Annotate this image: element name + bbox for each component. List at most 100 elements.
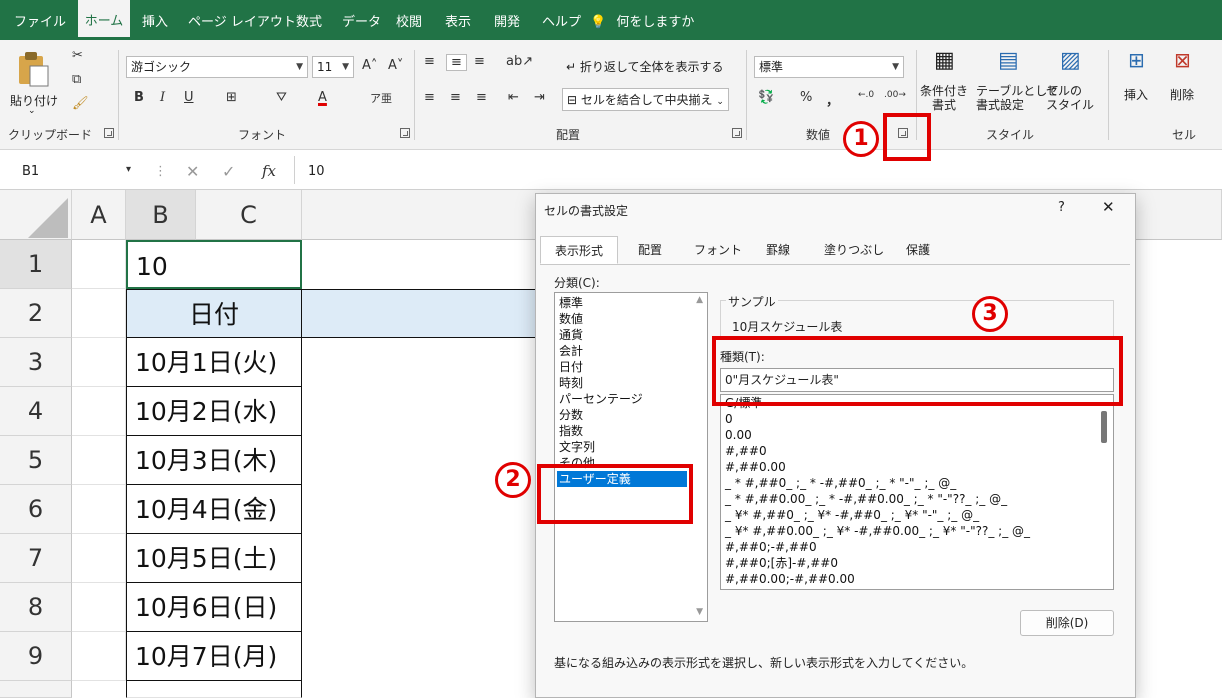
column-header-b[interactable]: B bbox=[126, 190, 196, 240]
decrease-font-icon[interactable]: A˅ bbox=[388, 58, 403, 73]
category-item[interactable]: 通貨 bbox=[559, 327, 583, 343]
category-item[interactable]: 分数 bbox=[559, 407, 583, 423]
tab-developer[interactable]: 開発 bbox=[494, 0, 520, 40]
borders-icon[interactable]: ⊞ bbox=[226, 90, 237, 105]
clipboard-dialog-launcher[interactable] bbox=[104, 128, 114, 138]
decrease-indent-icon[interactable]: ⇤ bbox=[508, 90, 519, 105]
row-header[interactable]: 9 bbox=[0, 632, 72, 681]
cell-a5[interactable] bbox=[72, 436, 126, 485]
copy-icon[interactable]: ⧉ bbox=[72, 72, 81, 87]
merge-center-button[interactable]: ⊟ セルを結合して中央揃え ⌄ bbox=[562, 88, 729, 111]
font-dialog-launcher[interactable] bbox=[400, 128, 410, 138]
cancel-icon[interactable]: ✕ bbox=[186, 162, 199, 181]
comma-button[interactable]: ， bbox=[826, 90, 839, 109]
format-code-item[interactable]: #,##0.00;-#,##0.00 bbox=[725, 571, 855, 587]
cell-c2-header[interactable] bbox=[302, 289, 536, 338]
align-center-icon[interactable]: ≡ bbox=[450, 90, 461, 105]
align-right-icon[interactable]: ≡ bbox=[476, 90, 487, 105]
category-item[interactable]: 数値 bbox=[559, 311, 583, 327]
cell-a3[interactable] bbox=[72, 338, 126, 387]
category-item[interactable]: 文字列 bbox=[559, 439, 595, 455]
format-painter-icon[interactable]: 🖌 bbox=[72, 96, 89, 111]
phonetic-icon[interactable]: ア亜 bbox=[370, 90, 392, 106]
tell-me-search[interactable]: 💡 何をしますか bbox=[590, 0, 694, 40]
cut-icon[interactable]: ✂ bbox=[72, 48, 83, 63]
scrollbar-thumb[interactable] bbox=[1101, 411, 1107, 443]
currency-icon[interactable]: 💱 bbox=[758, 90, 774, 105]
tab-protection[interactable]: 保護 bbox=[906, 236, 930, 264]
alignment-dialog-launcher[interactable] bbox=[732, 128, 742, 138]
cell-styles-button[interactable]: ▨ セルの スタイル bbox=[1046, 48, 1098, 120]
column-header-c[interactable]: C bbox=[196, 190, 302, 240]
row-header[interactable]: 2 bbox=[0, 289, 72, 338]
cell-a8[interactable] bbox=[72, 583, 126, 632]
tab-review[interactable]: 校閲 bbox=[396, 0, 422, 40]
row-header[interactable]: 7 bbox=[0, 534, 72, 583]
underline-button[interactable]: U bbox=[184, 90, 194, 105]
format-code-item[interactable]: 0 bbox=[725, 411, 733, 427]
delete-format-button[interactable]: 削除(D) bbox=[1020, 610, 1114, 636]
align-top-icon[interactable]: ≡ bbox=[424, 54, 435, 69]
paste-button[interactable]: 貼り付け ⌄ bbox=[10, 48, 58, 118]
format-code-item[interactable]: _ ¥* #,##0_ ;_ ¥* -#,##0_ ;_ ¥* "-"_ ;_ … bbox=[725, 507, 979, 523]
cell-b7[interactable]: 10月5日(土) bbox=[126, 534, 302, 583]
tab-data[interactable]: データ bbox=[342, 0, 381, 40]
format-code-item[interactable]: 0.00 bbox=[725, 427, 752, 443]
row-header[interactable]: 3 bbox=[0, 338, 72, 387]
cell-b8[interactable]: 10月6日(日) bbox=[126, 583, 302, 632]
cell-b9[interactable]: 10月7日(月) bbox=[126, 632, 302, 681]
scroll-up-icon[interactable]: ▲ bbox=[696, 295, 703, 305]
format-code-item[interactable]: _ * #,##0_ ;_ * -#,##0_ ;_ * "-"_ ;_ @_ bbox=[725, 475, 956, 491]
tab-number[interactable]: 表示形式 bbox=[540, 236, 618, 264]
tab-border[interactable]: 罫線 bbox=[766, 236, 790, 264]
format-code-item[interactable]: #,##0.00 bbox=[725, 459, 786, 475]
increase-decimal-icon[interactable]: ←.0 bbox=[858, 90, 874, 100]
bold-button[interactable]: B bbox=[134, 90, 144, 105]
tab-fill[interactable]: 塗りつぶし bbox=[824, 236, 884, 264]
tab-help[interactable]: ヘルプ bbox=[542, 0, 581, 40]
format-as-table-button[interactable]: ▤ テーブルとして 書式設定 bbox=[976, 48, 1059, 120]
name-box[interactable]: B1 bbox=[14, 160, 124, 184]
delete-cells-button[interactable]: ⊠ 削除 bbox=[1164, 48, 1206, 120]
cell-a7[interactable] bbox=[72, 534, 126, 583]
category-item[interactable]: 標準 bbox=[559, 295, 583, 311]
percent-button[interactable]: % bbox=[800, 90, 812, 105]
cell-a9[interactable] bbox=[72, 632, 126, 681]
cell-b5[interactable]: 10月3日(木) bbox=[126, 436, 302, 485]
italic-button[interactable]: I bbox=[160, 90, 165, 105]
category-item[interactable]: 指数 bbox=[559, 423, 583, 439]
row-header[interactable] bbox=[0, 681, 72, 698]
cell-a1[interactable] bbox=[72, 240, 126, 289]
cell-b3[interactable]: 10月1日(火) bbox=[126, 338, 302, 387]
select-all-corner[interactable] bbox=[0, 190, 72, 240]
scroll-down-icon[interactable]: ▼ bbox=[696, 607, 703, 617]
tab-insert[interactable]: 挿入 bbox=[142, 0, 168, 40]
row-header[interactable]: 1 bbox=[0, 240, 72, 289]
format-code-item[interactable]: _ ¥* #,##0.00_ ;_ ¥* -#,##0.00_ ;_ ¥* "-… bbox=[725, 523, 1030, 539]
cell-a4[interactable] bbox=[72, 387, 126, 436]
enter-icon[interactable]: ✓ bbox=[222, 162, 235, 181]
category-item[interactable]: 日付 bbox=[559, 359, 583, 375]
formula-input[interactable]: 10 bbox=[308, 160, 325, 184]
cell-b10[interactable] bbox=[126, 681, 302, 698]
close-button[interactable]: ✕ bbox=[1102, 198, 1115, 216]
tab-file[interactable]: ファイル bbox=[14, 0, 66, 40]
align-left-icon[interactable]: ≡ bbox=[424, 90, 435, 105]
fill-color-icon[interactable]: ⛛ bbox=[276, 90, 287, 105]
tab-font[interactable]: フォント bbox=[694, 236, 742, 264]
conditional-formatting-button[interactable]: ▦ 条件付き 書式 bbox=[920, 48, 974, 120]
decrease-decimal-icon[interactable]: .00→ bbox=[884, 90, 906, 100]
row-header[interactable]: 4 bbox=[0, 387, 72, 436]
category-list[interactable]: 標準 数値 通貨 会計 日付 時刻 パーセンテージ 分数 指数 文字列 その他 … bbox=[554, 292, 708, 622]
increase-font-icon[interactable]: A˄ bbox=[362, 58, 377, 73]
cell-b6[interactable]: 10月4日(金) bbox=[126, 485, 302, 534]
row-header[interactable]: 5 bbox=[0, 436, 72, 485]
align-middle-icon[interactable]: ≡ bbox=[446, 54, 467, 71]
cell-b2-header[interactable]: 日付 bbox=[126, 289, 302, 338]
format-code-list[interactable]: G/標準 0 0.00 #,##0 #,##0.00 _ * #,##0_ ;_… bbox=[720, 394, 1114, 590]
format-code-item[interactable]: #,##0;-#,##0 bbox=[725, 539, 817, 555]
font-color-button[interactable]: A bbox=[318, 90, 327, 105]
tab-alignment[interactable]: 配置 bbox=[638, 236, 662, 264]
orientation-icon[interactable]: ab↗ bbox=[506, 54, 533, 69]
tab-home[interactable]: ホーム bbox=[78, 0, 130, 40]
